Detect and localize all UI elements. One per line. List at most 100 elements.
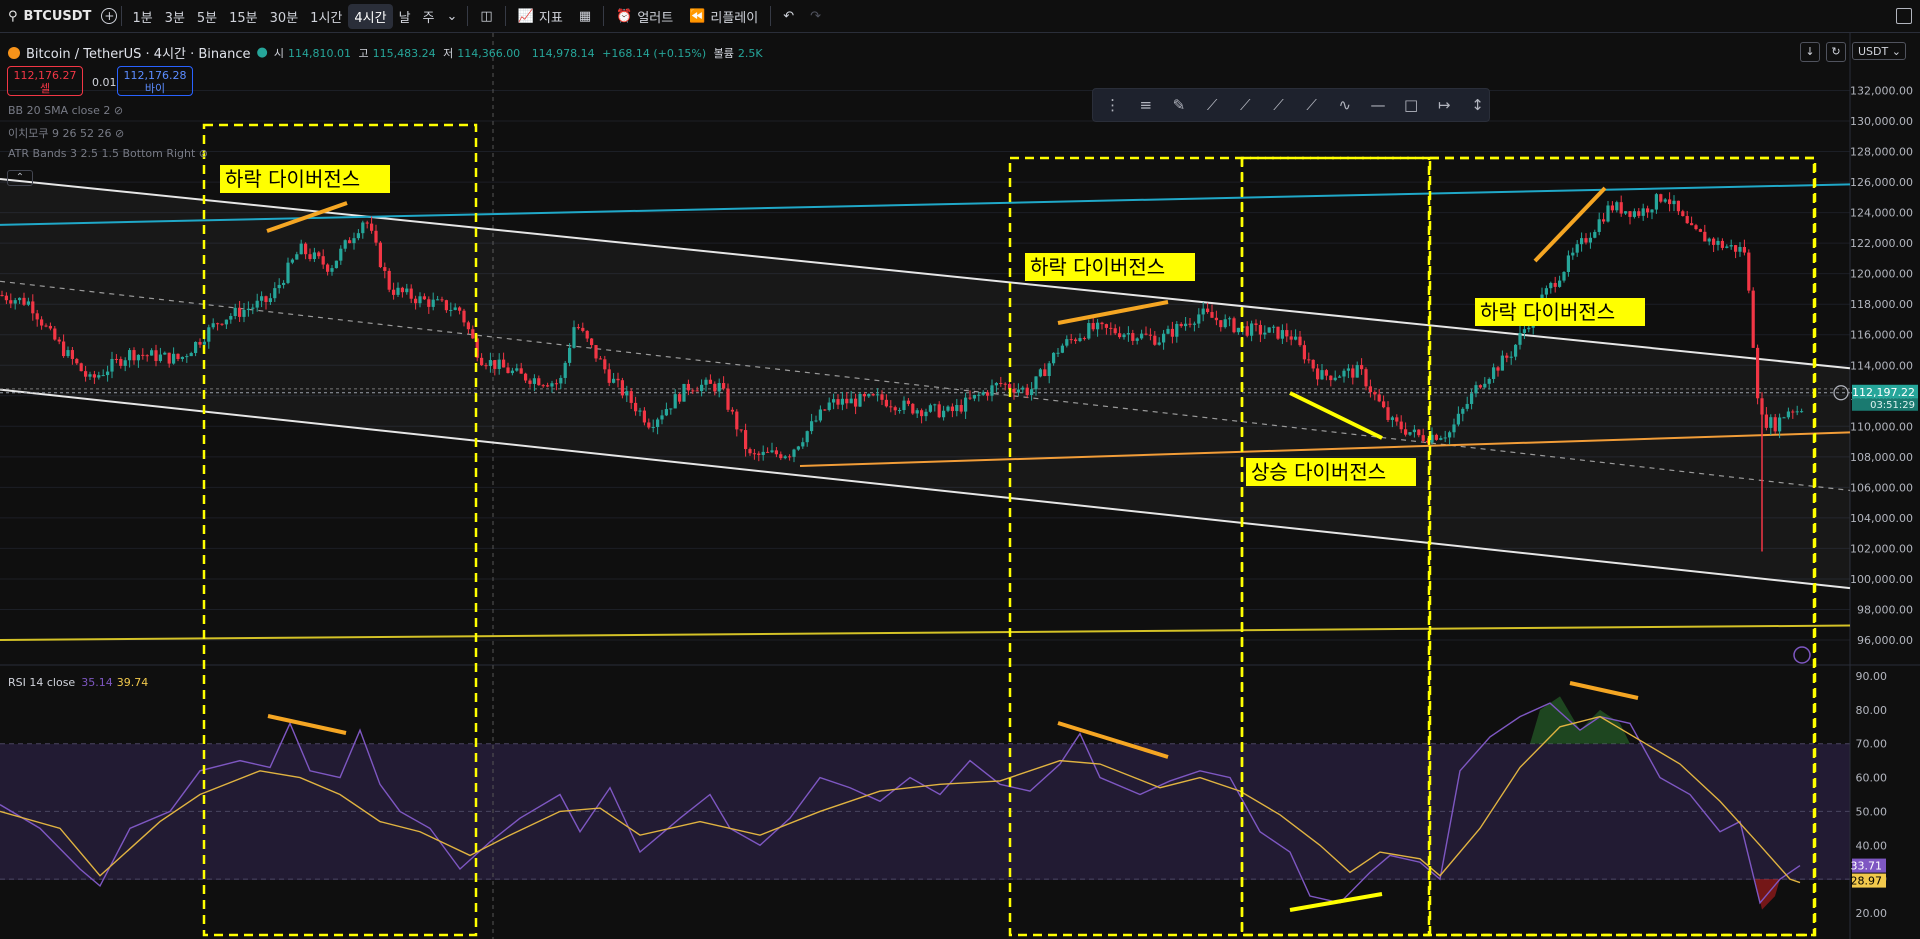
candle-body	[898, 410, 902, 412]
candle-body	[695, 390, 699, 392]
candle-body	[1527, 327, 1531, 330]
redo-icon[interactable]: ↷	[802, 9, 829, 24]
candle-body	[136, 354, 140, 361]
candle-body	[893, 407, 897, 411]
indicator-bb[interactable]: BB 20 SMA close 2 ⊘	[8, 104, 123, 117]
candle-body	[911, 403, 915, 414]
indicator-ichimoku[interactable]: 이치모쿠 9 26 52 26 ⊘	[8, 125, 124, 141]
candle-body	[1716, 240, 1720, 245]
rectangle-icon[interactable]: □	[1400, 96, 1423, 114]
timeframe-30m[interactable]: 30분	[264, 4, 305, 29]
candle-body	[757, 453, 761, 455]
corner-box-icon[interactable]	[1896, 8, 1912, 24]
alerts-button[interactable]: ⏰ 얼러트	[608, 7, 681, 26]
candle-body	[1522, 329, 1526, 333]
timeframe-5m[interactable]: 5분	[191, 4, 223, 29]
candle-body	[1197, 314, 1201, 324]
indicators-button[interactable]: 📈 지표	[510, 7, 571, 26]
candle-body	[744, 430, 748, 450]
ray-icon[interactable]: ⟋	[1234, 96, 1257, 114]
candle-body	[783, 456, 787, 459]
price-tick-label: 98,000.00	[1857, 603, 1913, 616]
chart-canvas[interactable]: 하락 다이버전스하락 다이버전스상승 다이버전스하락 다이버전스 132,000…	[0, 33, 1920, 939]
candle-body	[805, 431, 809, 443]
candle-body	[642, 410, 646, 423]
add-symbol-icon[interactable]: +	[101, 8, 118, 24]
undo-icon[interactable]: ↶	[775, 9, 802, 24]
candle-body	[563, 362, 567, 378]
candle-body	[678, 394, 682, 402]
collapse-legend-button[interactable]: ⌃	[7, 170, 33, 186]
candle-body	[462, 310, 466, 323]
candle-body	[374, 230, 378, 243]
rewind-icon: ⏪	[689, 8, 706, 24]
divider	[121, 6, 123, 26]
timeframe-1h[interactable]: 1시간	[304, 4, 348, 29]
candle-body	[792, 449, 796, 457]
indicator-atr[interactable]: ATR Bands 3 2.5 1.5 Bottom Right ⊘	[8, 147, 208, 160]
open-value: 114,810.01	[287, 46, 351, 60]
timeframe-day[interactable]: 날	[393, 4, 417, 29]
candle-body	[1021, 387, 1025, 390]
candle-body	[1474, 385, 1478, 394]
date-range-icon[interactable]: ↦	[1433, 96, 1456, 114]
candle-body	[1289, 336, 1293, 340]
download-icon[interactable]: ↓	[1800, 42, 1820, 62]
drag-handle-icon[interactable]: ⋮	[1101, 96, 1124, 114]
annotation-label: 하락 다이버전스	[225, 167, 360, 191]
polyline-icon[interactable]: ⟋	[1300, 96, 1323, 114]
candle-body	[1496, 367, 1500, 371]
candle-body	[1672, 200, 1676, 205]
candle-body	[1408, 432, 1412, 435]
candle-body	[845, 398, 849, 404]
buy-button[interactable]: 112,176.28 바이	[117, 66, 193, 96]
candle-body	[1386, 407, 1390, 420]
candle-body	[1566, 255, 1570, 273]
currency-select[interactable]: USDT ⌄	[1852, 42, 1906, 60]
path-icon[interactable]: ⟋	[1267, 96, 1290, 114]
trend-line-icon[interactable]: ⟋	[1201, 96, 1224, 114]
candle-body	[1712, 238, 1716, 245]
candle-body	[1320, 370, 1324, 380]
sell-button[interactable]: 112,176.27 셀	[7, 66, 83, 96]
timeframe-4h[interactable]: 4시간	[348, 3, 393, 29]
candle-body	[1056, 352, 1060, 354]
layout-grid-icon[interactable]: ▦	[571, 9, 599, 24]
timeframe-15m[interactable]: 15분	[223, 4, 264, 29]
candle-body	[1065, 339, 1069, 346]
eye-off-icon[interactable]: ⊘	[115, 127, 124, 140]
candle-body	[933, 404, 937, 406]
candle-body	[211, 323, 215, 328]
chevron-down-icon[interactable]: ⌄	[441, 6, 464, 27]
brush-icon[interactable]: ✎	[1167, 96, 1190, 114]
rsi-value-label: 33.71	[1851, 860, 1883, 873]
candle-body	[1184, 323, 1188, 327]
candle-body	[106, 371, 110, 376]
refresh-icon[interactable]: ↻	[1826, 42, 1846, 62]
alerts-label: 얼러트	[637, 10, 674, 26]
candle-body	[70, 350, 74, 359]
eye-off-icon[interactable]: ⊘	[114, 104, 123, 117]
candle-body	[1725, 246, 1729, 248]
horizontal-ray-icon[interactable]: —	[1366, 96, 1389, 114]
candle-body	[1470, 393, 1474, 404]
candle-type-icon[interactable]: ◫	[472, 9, 500, 24]
candle-body	[1131, 333, 1135, 341]
candle-body	[488, 360, 492, 367]
fib-lines-icon[interactable]: ≡	[1134, 96, 1157, 114]
rsi-ma-label: 28.97	[1851, 875, 1883, 888]
candle-body	[418, 296, 422, 304]
eye-off-icon[interactable]: ⊘	[199, 147, 208, 160]
candle-body	[818, 409, 822, 421]
timeframe-1m[interactable]: 1분	[126, 4, 158, 29]
replay-button[interactable]: ⏪ 리플레이	[681, 7, 766, 26]
price-range-icon[interactable]: ↕	[1466, 96, 1489, 114]
candle-body	[365, 222, 369, 224]
timeframe-week[interactable]: 주	[417, 4, 441, 29]
candle-body	[801, 442, 805, 447]
timeframe-3m[interactable]: 3분	[159, 4, 191, 29]
symbol-search[interactable]: ⚲ BTCUSDT	[0, 9, 101, 24]
zigzag-icon[interactable]: ∿	[1333, 96, 1356, 114]
candle-body	[1619, 202, 1623, 214]
candle-body	[1148, 334, 1152, 336]
